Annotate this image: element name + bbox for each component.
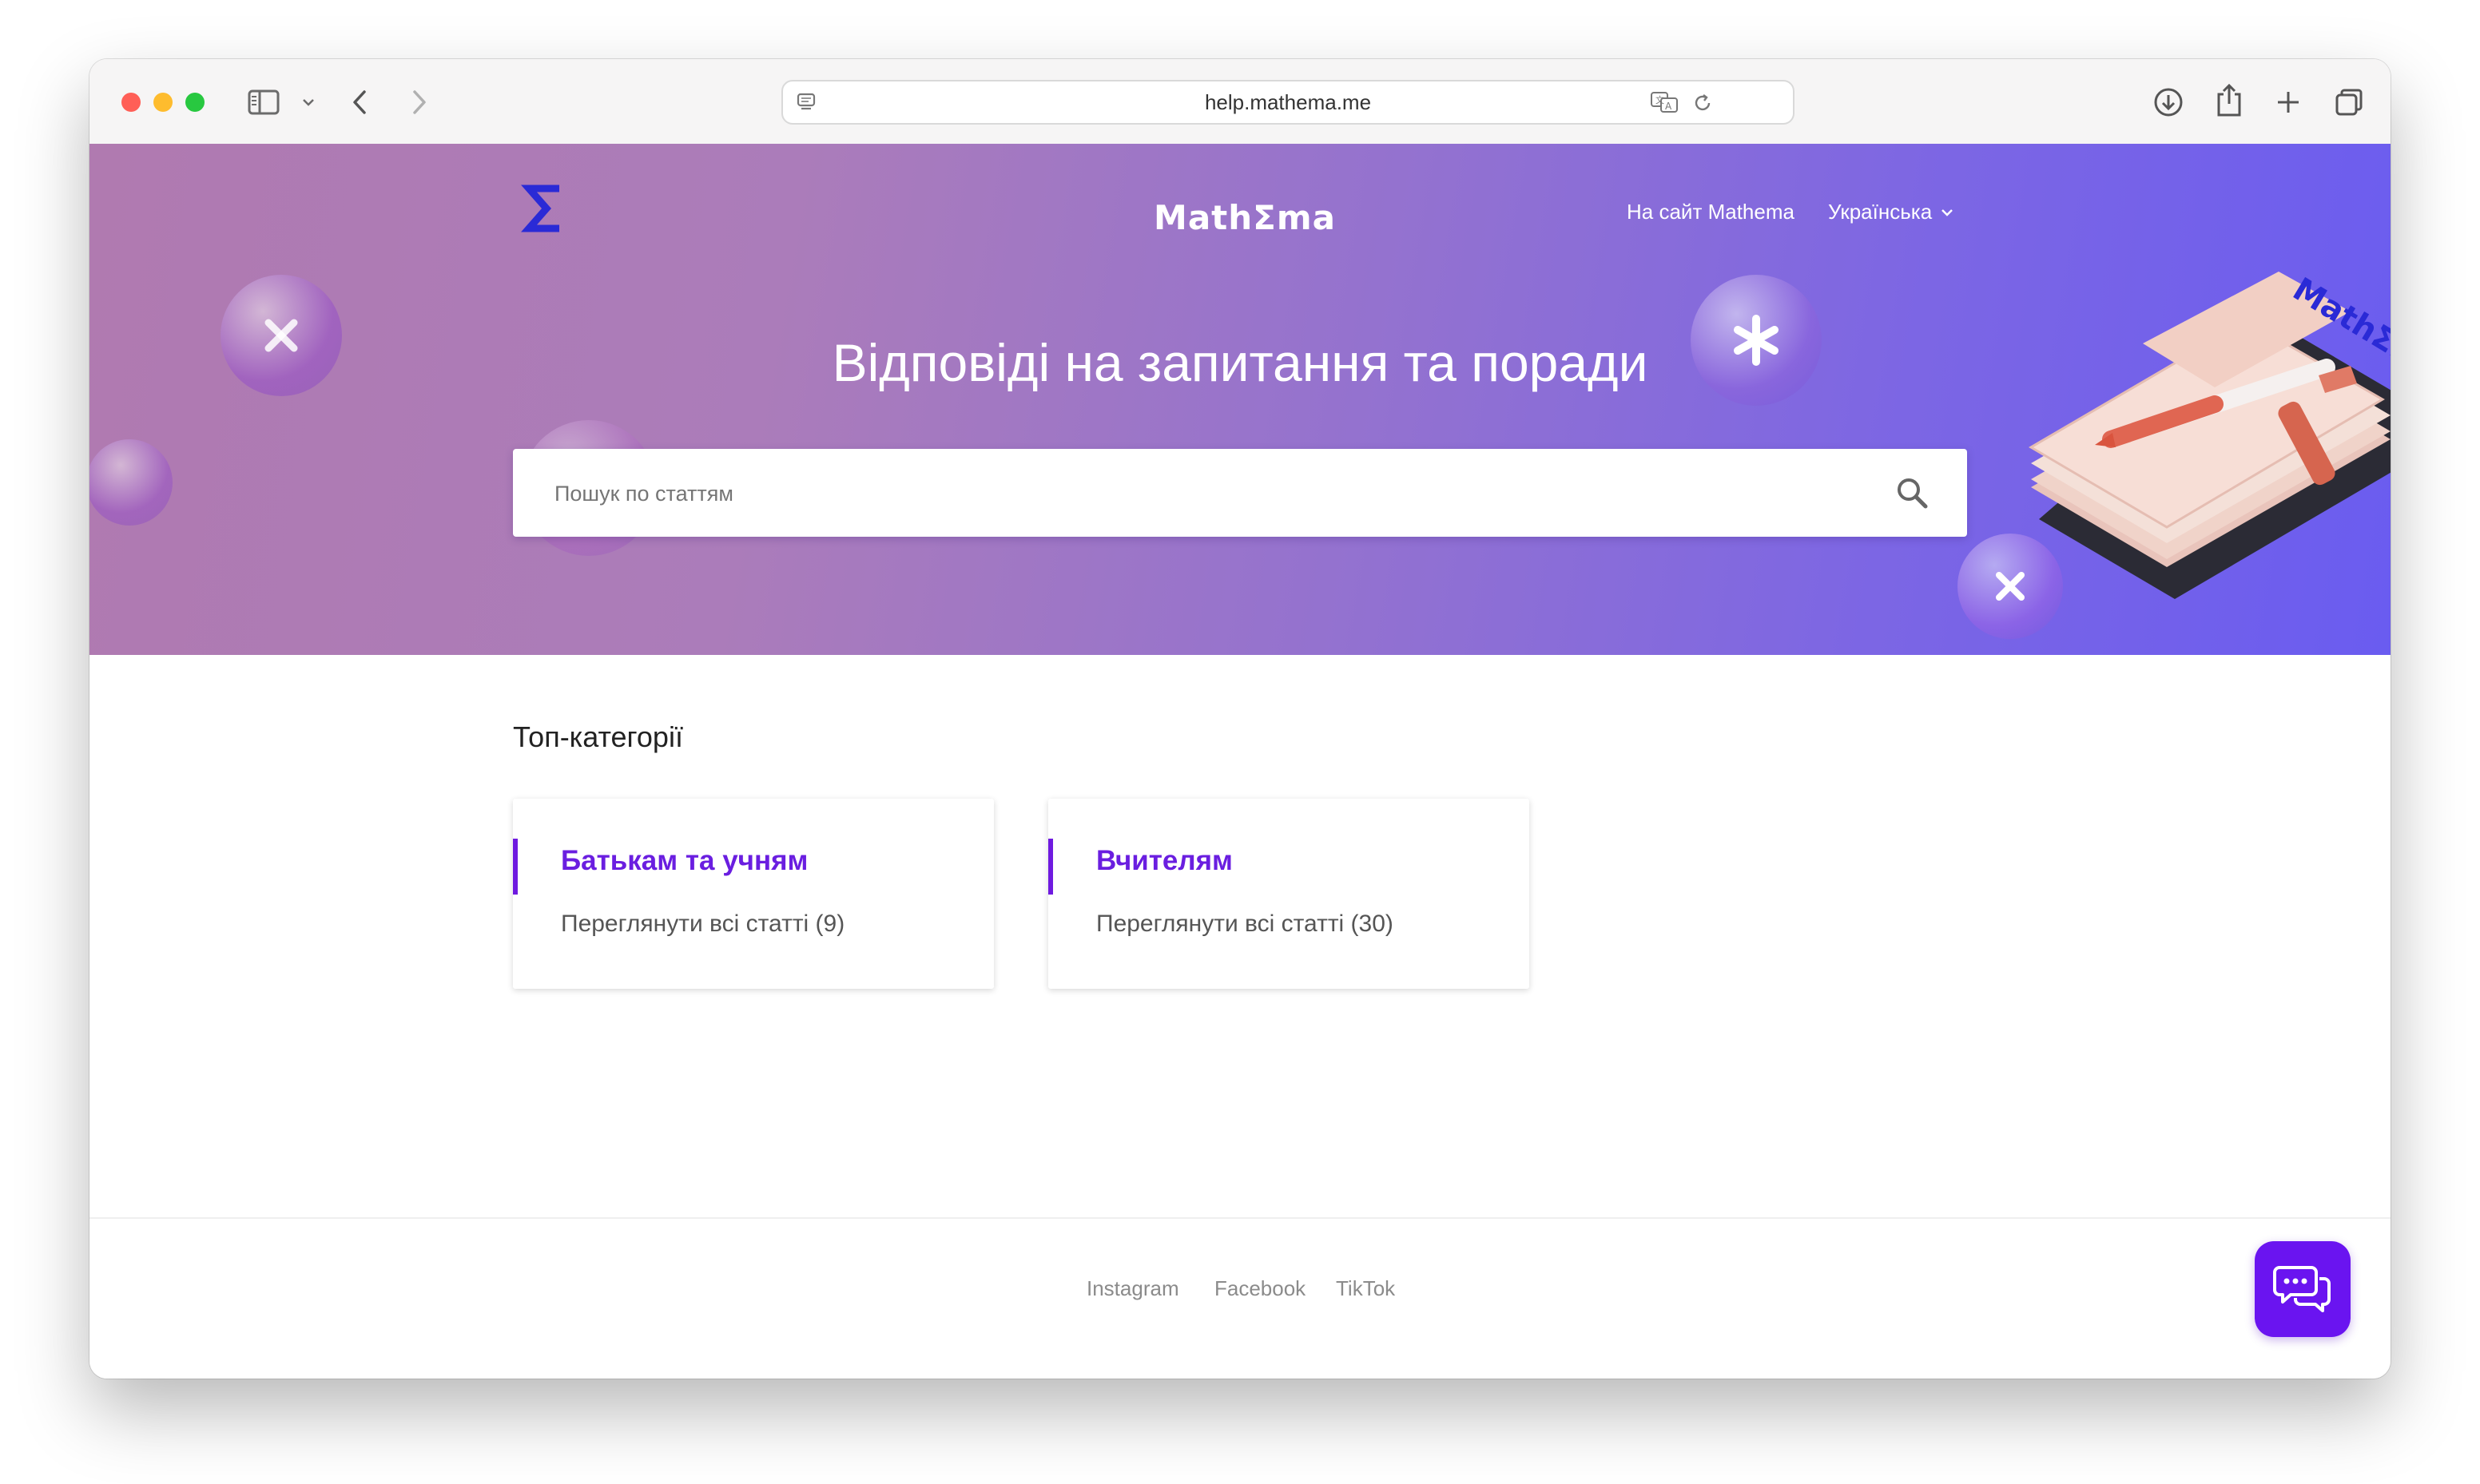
chat-icon	[2273, 1266, 2331, 1312]
main-content: Топ-категорії Батькам та учням Перегляну…	[89, 655, 2391, 1379]
chat-button[interactable]	[2255, 1241, 2351, 1337]
svg-text:文: 文	[1655, 94, 1664, 105]
back-icon[interactable]	[350, 86, 369, 118]
category-title[interactable]: Вчителям	[1096, 845, 1233, 877]
close-window-button[interactable]	[121, 93, 141, 112]
browser-toolbar: help.mathema.me 文A	[89, 59, 2391, 145]
footer-link-instagram[interactable]: Instagram	[1087, 1276, 1179, 1301]
zoom-window-button[interactable]	[185, 93, 205, 112]
translate-icon[interactable]: 文A	[1649, 89, 1681, 115]
footer-link-tiktok[interactable]: TikTok	[1336, 1276, 1395, 1301]
reload-icon[interactable]	[1691, 91, 1715, 115]
decor-bubble-left	[89, 439, 173, 526]
chevron-down-icon	[1940, 208, 1954, 217]
card-accent-bar	[513, 839, 518, 895]
language-label: Українська	[1828, 200, 1933, 224]
share-icon[interactable]	[2212, 81, 2247, 120]
card-accent-bar	[1048, 839, 1053, 895]
category-link[interactable]: Переглянути всі статті (9)	[561, 911, 845, 938]
footer-divider	[89, 1217, 2391, 1219]
notebook-illustration: MathΣma	[1975, 248, 2391, 599]
address-bar[interactable]: help.mathema.me 文A	[781, 80, 1794, 125]
category-card-teachers[interactable]: Вчителям Переглянути всі статті (30)	[1048, 799, 1529, 989]
svg-text:A: A	[1665, 101, 1672, 112]
site-link[interactable]: На сайт Mathema	[1627, 200, 1794, 224]
sidebar-icon[interactable]	[246, 88, 281, 117]
footer-link-facebook[interactable]: Facebook	[1214, 1276, 1306, 1301]
download-icon[interactable]	[2151, 85, 2186, 120]
forward-icon[interactable]	[407, 86, 431, 118]
search-icon[interactable]	[1895, 476, 1930, 511]
hero-header: MathΣma MathΣma На сайт Mathema Українсь…	[89, 144, 2391, 655]
category-title[interactable]: Батькам та учням	[561, 845, 808, 877]
section-title: Топ-категорії	[513, 720, 683, 753]
url-text[interactable]: help.mathema.me	[783, 81, 1793, 123]
chevron-down-icon[interactable]	[299, 94, 318, 110]
tabs-icon[interactable]	[2331, 85, 2367, 120]
category-card-parents[interactable]: Батькам та учням Переглянути всі статті …	[513, 799, 994, 989]
minimize-window-button[interactable]	[153, 93, 173, 112]
category-link[interactable]: Переглянути всі статті (30)	[1096, 911, 1393, 938]
browser-window: help.mathema.me 文A MathΣma MathΣma На са…	[89, 59, 2391, 1379]
sigma-logo-icon[interactable]	[521, 182, 566, 235]
page-headline: Відповіді на запитання та поради	[832, 333, 1648, 392]
search-input[interactable]	[553, 449, 1866, 538]
search-box[interactable]	[513, 449, 1967, 538]
brand-wordmark[interactable]: MathΣma	[1141, 198, 1349, 238]
language-select[interactable]: Українська	[1828, 200, 1954, 224]
new-tab-icon[interactable]	[2272, 86, 2304, 118]
